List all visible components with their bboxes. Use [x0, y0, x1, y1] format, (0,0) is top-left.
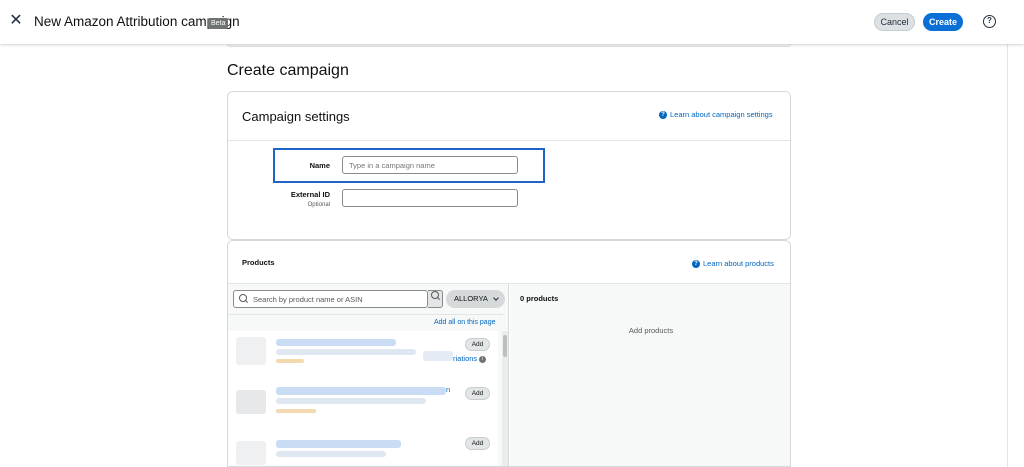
campaign-settings-header: Campaign settings ? Learn about campaign… [228, 92, 790, 141]
products-title: Products [242, 258, 275, 267]
search-button[interactable] [428, 290, 443, 308]
products-card: Products ? Learn about products Search b… [227, 240, 791, 467]
product-search-input[interactable]: Search by product name or ASIN [233, 290, 428, 308]
campaign-name-input[interactable] [342, 156, 518, 174]
product-list: Add riations i n Add Add [228, 331, 498, 466]
product-meta-blur [276, 349, 416, 355]
brand-select[interactable]: ALLORYA [446, 290, 505, 308]
campaign-settings-card: Campaign settings ? Learn about campaign… [227, 91, 791, 240]
name-label: Name [309, 161, 330, 170]
product-title-blur [276, 440, 401, 448]
product-rating-blur [276, 409, 316, 413]
list-item: Add riations i [228, 333, 498, 378]
external-id-optional: Optional [307, 202, 330, 208]
search-icon [239, 294, 249, 304]
top-header: ✕ New Amazon Attribution campaign Beta C… [0, 0, 1024, 44]
product-title-blur [276, 339, 396, 346]
list-item: Add [228, 435, 498, 466]
info-icon: i [479, 355, 487, 363]
external-id-input[interactable] [342, 189, 518, 207]
product-variation-blur [423, 351, 453, 361]
cancel-button[interactable]: Cancel [874, 13, 915, 31]
product-search-pane: Search by product name or ASIN ALLORYA A… [228, 284, 509, 466]
empty-state-text: Add products [628, 326, 674, 335]
beta-badge: Beta [208, 18, 229, 29]
learn-products-link[interactable]: ? Learn about products [692, 259, 774, 268]
view-variations-link[interactable]: riations i [453, 354, 487, 363]
selected-count: 0 products [520, 294, 559, 303]
add-product-button[interactable]: Add [465, 387, 490, 400]
add-product-button[interactable]: Add [465, 437, 490, 450]
product-list-scrollbar[interactable] [502, 331, 508, 466]
product-meta-blur [276, 451, 386, 457]
campaign-settings-title: Campaign settings [242, 109, 350, 124]
search-placeholder: Search by product name or ASIN [253, 294, 363, 304]
product-thumbnail [236, 441, 266, 465]
page-divider [1007, 44, 1008, 467]
product-rating-blur [276, 359, 304, 363]
product-meta-blur [276, 398, 426, 404]
chevron-down-icon [493, 295, 499, 301]
products-header: Products ? Learn about products [228, 241, 790, 284]
learn-products-text: Learn about products [703, 259, 774, 268]
product-title-blur [276, 387, 446, 395]
close-icon[interactable]: ✕ [9, 13, 23, 29]
product-thumbnail [236, 390, 266, 414]
info-icon: ? [692, 259, 700, 268]
learn-campaign-settings-link[interactable]: ? Learn about campaign settings [659, 110, 773, 119]
scroll-thumb[interactable] [503, 335, 507, 357]
product-thumbnail [236, 337, 266, 365]
add-all-on-page-link[interactable]: Add all on this page [434, 319, 496, 326]
help-icon[interactable]: ? [983, 15, 996, 28]
view-variations-link[interactable]: n [446, 385, 450, 394]
external-id-label: External ID [290, 190, 330, 199]
brand-select-value: ALLORYA [454, 294, 488, 303]
add-product-button[interactable]: Add [465, 338, 490, 351]
variations-text: riations [453, 354, 478, 363]
info-icon: ? [659, 110, 667, 119]
divider [228, 314, 503, 315]
selected-products-pane: 0 products Add products [510, 284, 790, 466]
list-item: n Add [228, 382, 498, 427]
create-button[interactable]: Create [923, 13, 963, 31]
learn-campaign-settings-text: Learn about campaign settings [670, 110, 773, 119]
page-title: Create campaign [227, 62, 349, 79]
previous-section-edge [227, 44, 791, 47]
